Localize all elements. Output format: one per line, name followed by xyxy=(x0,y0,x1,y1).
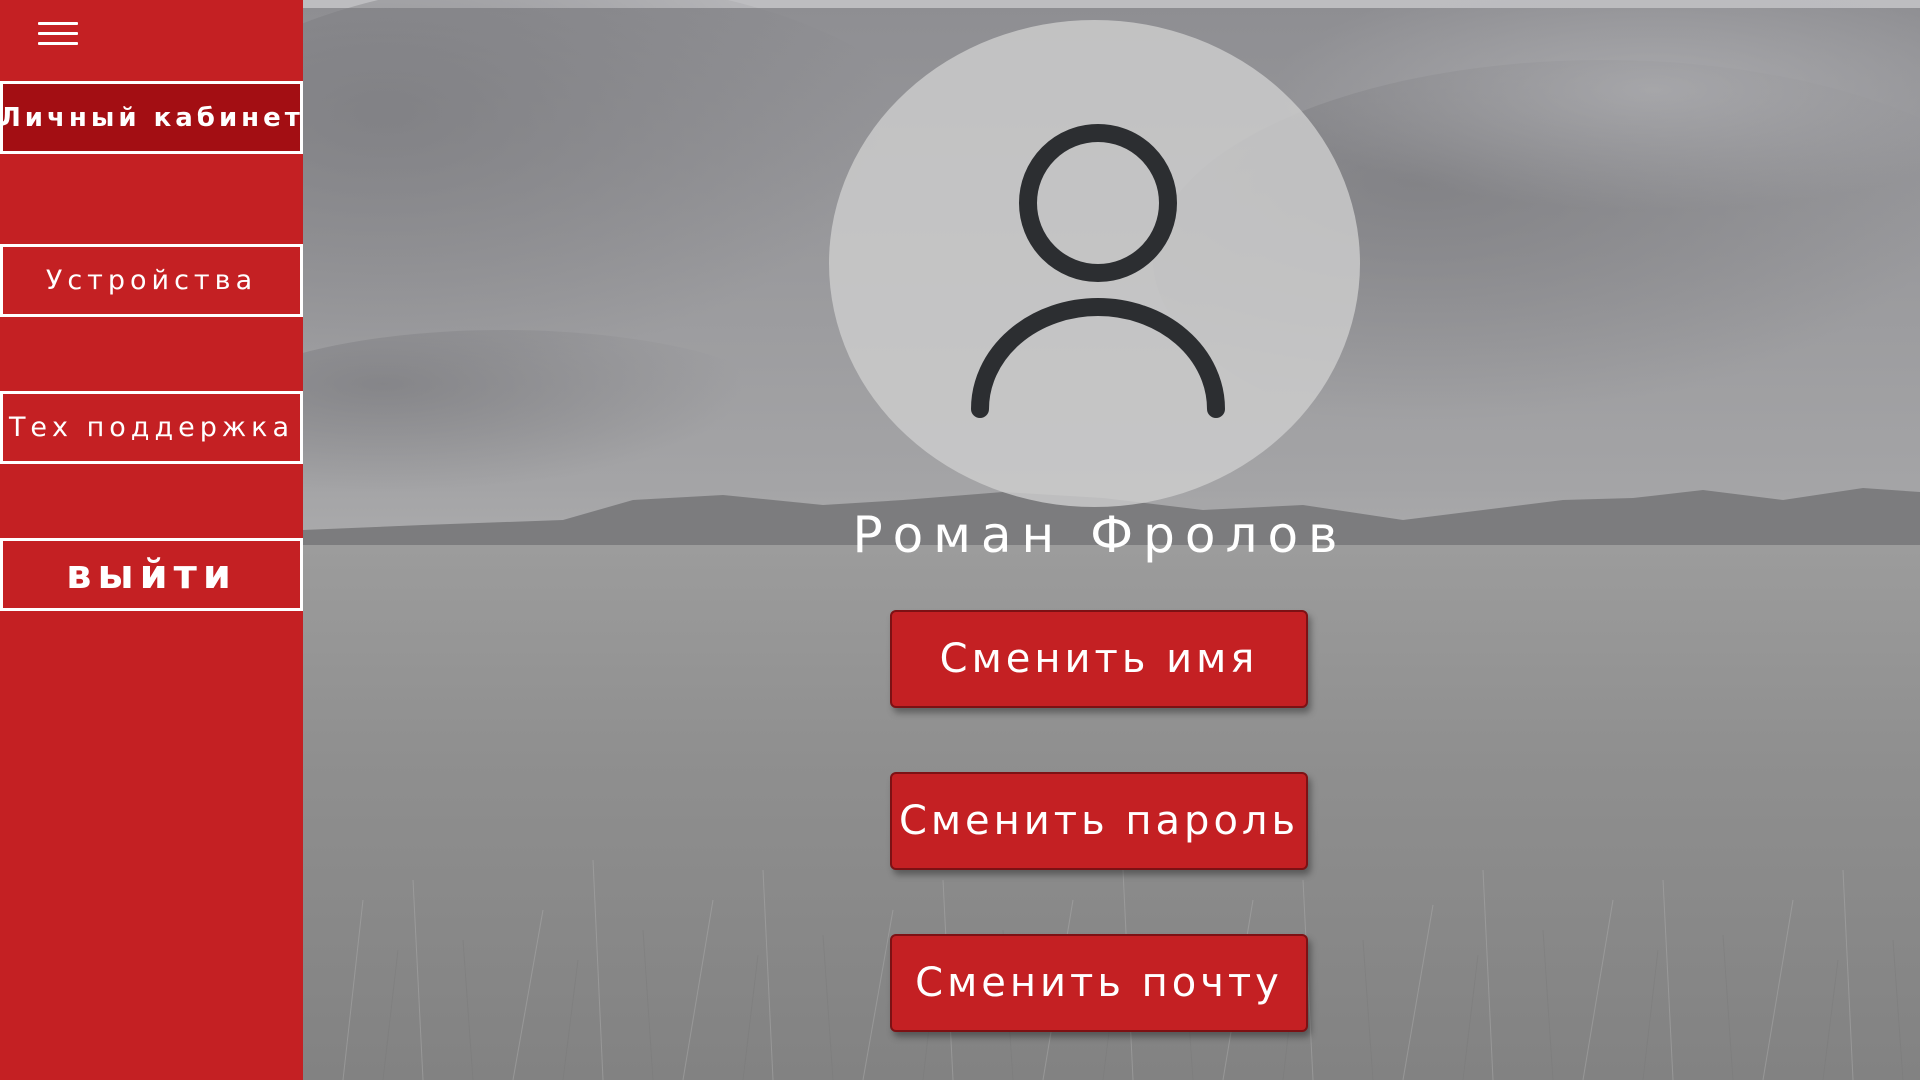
change-name-button[interactable]: Сменить имя xyxy=(890,610,1308,708)
sidebar-item-devices[interactable]: Устройства xyxy=(0,244,303,317)
change-email-button[interactable]: Сменить почту xyxy=(890,934,1308,1032)
logout-button[interactable]: выйти xyxy=(0,538,303,611)
user-name: Роман Фролов xyxy=(852,506,1348,564)
user-icon xyxy=(971,124,1225,418)
sidebar-item-tech-support[interactable]: Тех поддержка xyxy=(0,391,303,464)
sidebar: Личный кабинет Устройства Тех поддержка … xyxy=(0,0,303,1080)
page: Личный кабинет Устройства Тех поддержка … xyxy=(0,0,1920,1080)
menu-line xyxy=(38,42,78,45)
hamburger-menu-icon[interactable] xyxy=(38,20,80,48)
sidebar-item-personal-account[interactable]: Личный кабинет xyxy=(0,81,303,154)
avatar[interactable] xyxy=(829,20,1360,507)
change-password-button[interactable]: Сменить пароль xyxy=(890,772,1308,870)
menu-line xyxy=(38,22,78,25)
menu-line xyxy=(38,32,78,35)
